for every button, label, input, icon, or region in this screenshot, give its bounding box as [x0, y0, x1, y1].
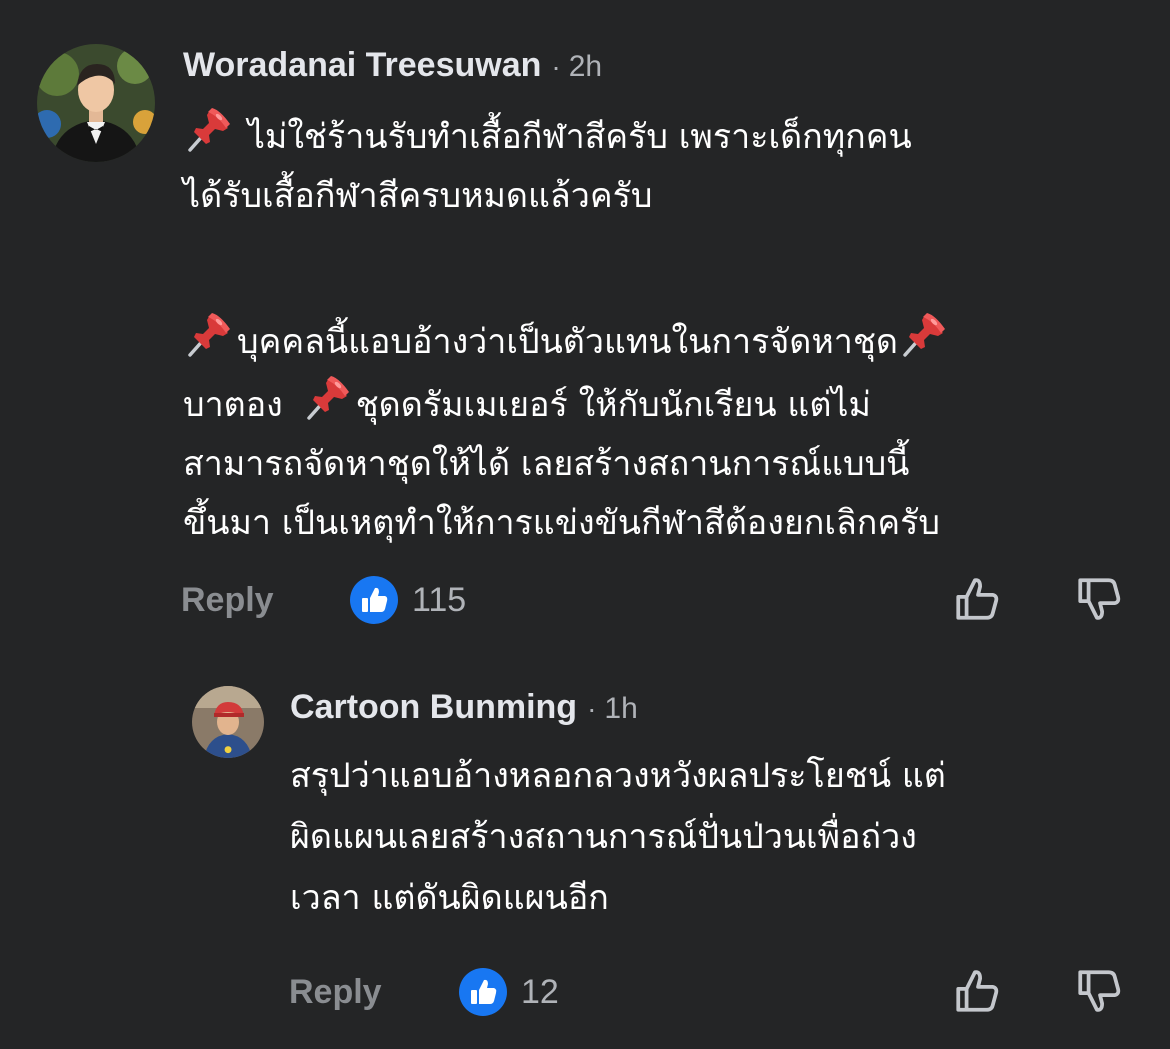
dot-separator: · — [587, 693, 597, 724]
like-badge-icon — [459, 968, 507, 1016]
like-count: 115 — [412, 580, 467, 619]
comment-line-text: บุคคลนี้แอบอ้างว่าเป็นตัวแทนในการจัดหาชุ… — [237, 322, 898, 362]
thumbs-down-icon[interactable] — [1074, 966, 1124, 1016]
author-line: Woradanai Treesuwan · 2h — [183, 46, 602, 85]
comment-line: ผิดแผนเลยสร้างสถานการณ์ปั่นป่วนเพื่อถ่วง — [290, 807, 946, 868]
thumbs-up-icon[interactable] — [952, 966, 1002, 1016]
avatar[interactable]: ● — [192, 686, 264, 758]
reply-button[interactable]: Reply — [289, 973, 382, 1012]
comment-line-text: ผิดแผนเลยสร้างสถานการณ์ปั่นป่วนเพื่อถ่วง — [290, 817, 917, 857]
author-line: Cartoon Bunming · 1h — [290, 688, 638, 727]
reply-cartoon-bunming: ● Cartoon Bunming · 1h สรุปว่าแอบอ้างหลอ… — [0, 660, 1170, 1049]
comment-line-text: สามารถจัดหาชุดให้ได้ เลยสร้างสถานการณ์แบ… — [183, 444, 910, 484]
comment-woradanai: Woradanai Treesuwan · 2h ไม่ใช่ร้านรับทำ… — [0, 0, 1170, 660]
comment-line: บุคคลนี้แอบอ้างว่าเป็นตัวแทนในการจัดหาชุ… — [183, 309, 952, 372]
pushpin-icon — [183, 309, 237, 357]
comment-blank-line — [183, 226, 952, 309]
like-badge-icon — [350, 576, 398, 624]
author-name[interactable]: Cartoon Bunming — [290, 688, 577, 727]
author-name[interactable]: Woradanai Treesuwan — [183, 46, 541, 85]
like-summary[interactable]: 115 — [350, 576, 466, 624]
comment-line: บาตอง ชุดดรัมเมเยอร์ ให้กับนักเรียน แต่ไ… — [183, 372, 952, 435]
comment-line: เวลา แต่ดันผิดแผนอีก — [290, 868, 946, 929]
comment-line-text: ชุดดรัมเมเยอร์ ให้กับนักเรียน แต่ไม่ — [355, 385, 871, 425]
comment-line-text: ได้รับเสื้อกีฬาสีครบหมดแล้วครับ — [183, 176, 653, 216]
comment-actions: Reply — [181, 578, 274, 622]
comment-line-text: ขึ้นมา เป็นเหตุทำให้การแข่งขันกีฬาสีต้อง… — [183, 503, 940, 543]
comment-line-text: สรุปว่าแอบอ้างหลอกลวงหวังผลประโยชน์ แต่ — [290, 756, 946, 796]
thumbs-up-icon[interactable] — [952, 574, 1002, 624]
comment-text: สรุปว่าแอบอ้างหลอกลวงหวังผลประโยชน์ แต่ … — [290, 746, 946, 929]
comment-line: สามารถจัดหาชุดให้ได้ เลยสร้างสถานการณ์แบ… — [183, 435, 952, 494]
timestamp[interactable]: 1h — [604, 692, 637, 726]
comment-text: ไม่ใช่ร้านรับทำเสื้อกีฬาสีครับ เพราะเด็ก… — [183, 104, 952, 553]
comment-line: ขึ้นมา เป็นเหตุทำให้การแข่งขันกีฬาสีต้อง… — [183, 494, 952, 553]
reply-button[interactable]: Reply — [181, 581, 274, 620]
pushpin-icon — [302, 372, 356, 420]
like-count: 12 — [521, 972, 559, 1011]
thumbs-down-icon[interactable] — [1074, 574, 1124, 624]
timestamp[interactable]: 2h — [569, 50, 602, 84]
comment-line-text: ไม่ใช่ร้านรับทำเสื้อกีฬาสีครับ เพราะเด็ก… — [247, 117, 912, 157]
comment-line: สรุปว่าแอบอ้างหลอกลวงหวังผลประโยชน์ แต่ — [290, 746, 946, 807]
pushpin-icon — [183, 104, 237, 152]
comment-line-text: บาตอง — [183, 385, 283, 425]
comment-line: ไม่ใช่ร้านรับทำเสื้อกีฬาสีครับ เพราะเด็ก… — [183, 104, 952, 167]
avatar[interactable] — [37, 44, 155, 162]
pushpin-icon — [898, 309, 952, 357]
comment-actions: Reply — [289, 970, 382, 1014]
comment-line: ได้รับเสื้อกีฬาสีครบหมดแล้วครับ — [183, 167, 952, 226]
like-summary[interactable]: 12 — [459, 968, 559, 1016]
svg-text:●: ● — [224, 745, 232, 755]
dot-separator: · — [551, 51, 561, 82]
comment-line-text: เวลา แต่ดันผิดแผนอีก — [290, 878, 609, 918]
